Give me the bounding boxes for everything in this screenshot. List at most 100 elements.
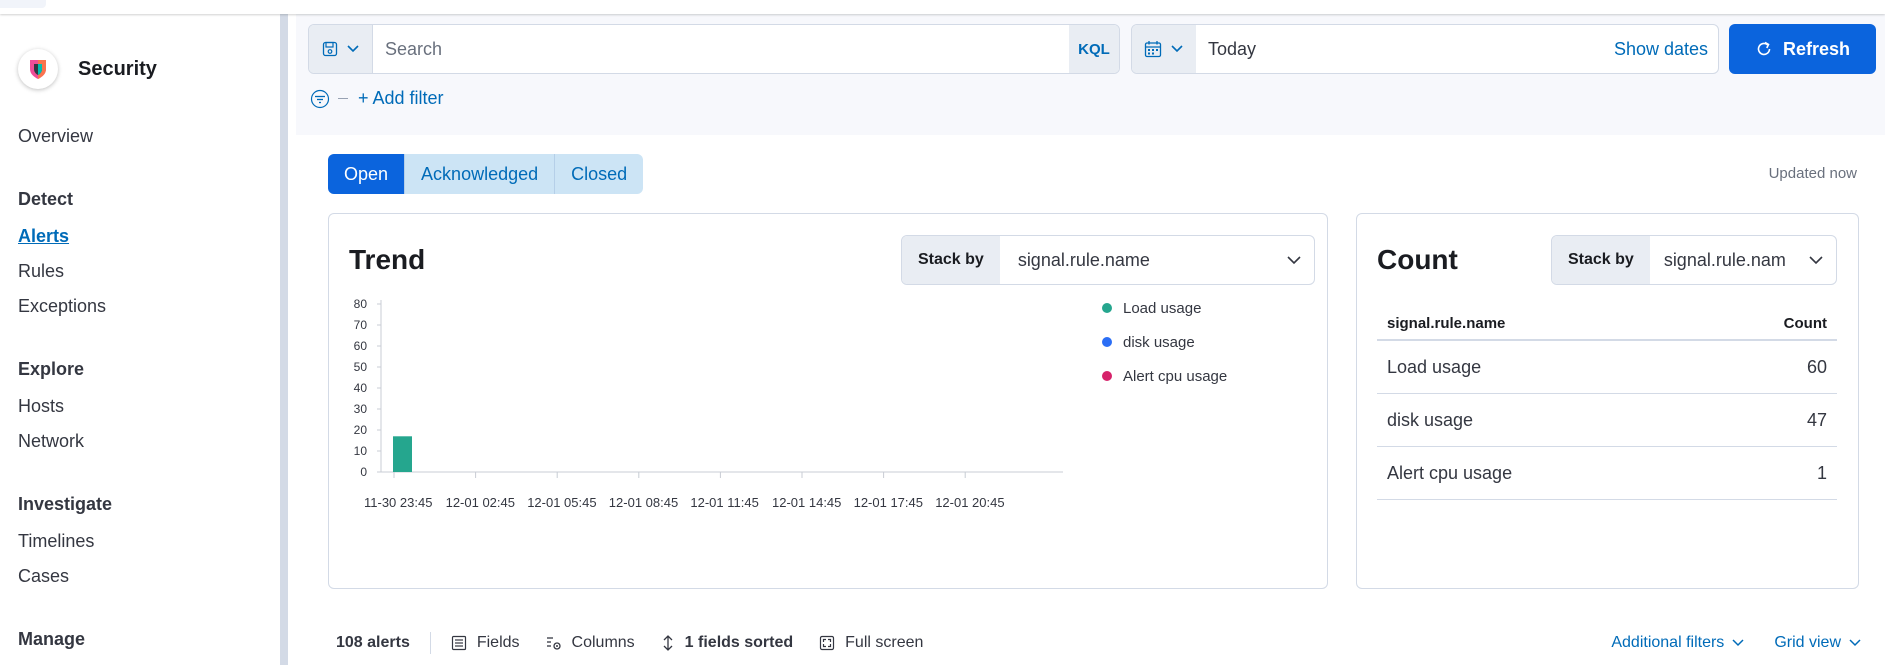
y-tick-label: 20 bbox=[354, 423, 368, 437]
legend-label: Load usage bbox=[1123, 300, 1201, 317]
x-tick-label: 12-01 11:45 bbox=[690, 495, 758, 510]
refresh-icon bbox=[1757, 41, 1771, 56]
toolbar-divider bbox=[429, 632, 431, 654]
header-rule-name[interactable]: signal.rule.name bbox=[1387, 315, 1505, 332]
tab-open[interactable]: Open bbox=[328, 154, 406, 194]
row-count: 60 bbox=[1806, 356, 1827, 377]
filter-icon bbox=[310, 89, 330, 108]
sidebar-item-alerts[interactable]: Alerts bbox=[18, 226, 69, 247]
search-input[interactable]: Search bbox=[373, 39, 1069, 60]
sidebar-item-timelines[interactable]: Timelines bbox=[18, 531, 94, 552]
sidebar-group-explore: Explore bbox=[18, 359, 85, 379]
bar-segment bbox=[393, 436, 412, 472]
count-table: signal.rule.name Count Load usage 60 dis… bbox=[1377, 307, 1837, 500]
fields-label: Fields bbox=[476, 634, 520, 651]
trend-title: Trend bbox=[349, 244, 426, 275]
y-tick-label: 0 bbox=[360, 465, 367, 479]
sidebar-item-hosts[interactable]: Hosts bbox=[18, 396, 64, 417]
sidebar-item-rules[interactable]: Rules bbox=[18, 261, 64, 282]
trend-panel: Trend Stack by signal.rule.name 0 10 20 30 4… bbox=[328, 213, 1328, 589]
sidebar-item-cases[interactable]: Cases bbox=[18, 566, 69, 587]
save-icon bbox=[322, 41, 337, 57]
quick-date-button[interactable] bbox=[1132, 25, 1196, 73]
row-name: Load usage bbox=[1387, 356, 1482, 377]
chevron-down-icon bbox=[1849, 639, 1861, 647]
x-tick-label: 12-01 14:45 bbox=[772, 495, 841, 510]
additional-filters-button[interactable]: Additional filters bbox=[1611, 634, 1744, 652]
fields-button[interactable]: Fields bbox=[451, 634, 520, 652]
saved-query-button[interactable] bbox=[309, 25, 373, 73]
count-panel: Count Stack by signal.rule.nam signal.ru… bbox=[1356, 213, 1859, 589]
sidebar-group-investigate: Investigate bbox=[18, 494, 113, 514]
legend-dot bbox=[1102, 303, 1112, 313]
chevron-down-icon bbox=[1274, 255, 1314, 265]
columns-button[interactable]: Columns bbox=[546, 634, 635, 652]
sidebar-group-manage: Manage bbox=[18, 629, 86, 649]
stack-by-label: Stack by bbox=[902, 236, 1000, 284]
sidebar-item-exceptions[interactable]: Exceptions bbox=[18, 296, 106, 317]
chevron-down-icon bbox=[1732, 639, 1744, 647]
add-filter-button[interactable]: + Add filter bbox=[358, 88, 444, 109]
grid-view-label: Grid view bbox=[1774, 634, 1841, 651]
sidebar-item-network[interactable]: Network bbox=[18, 431, 84, 452]
trend-chart: 0 10 20 30 40 50 60 70 80 11-30 23:45 12-01 02:45 1… bbox=[354, 298, 1228, 510]
security-logo-icon bbox=[18, 49, 58, 89]
list-icon bbox=[451, 635, 466, 651]
kql-button[interactable]: KQL bbox=[1069, 25, 1119, 73]
chevron-down-icon bbox=[346, 45, 359, 53]
alerts-toolbar: 108 alerts Fields Columns 1 fields sorte… bbox=[336, 628, 949, 658]
sidebar-group-detect: Detect bbox=[18, 189, 74, 209]
row-count: 1 bbox=[1816, 462, 1827, 483]
calendar-icon bbox=[1144, 41, 1162, 58]
chevron-down-icon bbox=[1796, 255, 1836, 265]
y-tick-label: 40 bbox=[354, 381, 368, 395]
app-title: Security bbox=[78, 57, 157, 80]
stack-by-label: Stack by bbox=[1552, 236, 1650, 284]
filter-row: + Add filter bbox=[310, 88, 444, 109]
tab-closed[interactable]: Closed bbox=[555, 154, 644, 194]
legend-label: Alert cpu usage bbox=[1123, 368, 1227, 385]
search-bar: Search KQL bbox=[308, 24, 1120, 74]
y-tick-label: 50 bbox=[354, 360, 368, 374]
y-tick-label: 80 bbox=[354, 298, 368, 311]
count-stack-by-select[interactable]: Stack by signal.rule.nam bbox=[1551, 235, 1837, 285]
refresh-button[interactable]: Refresh bbox=[1729, 24, 1876, 74]
tab-acknowledged[interactable]: Acknowledged bbox=[405, 154, 556, 194]
date-value[interactable]: Today bbox=[1196, 39, 1614, 60]
x-tick-label: 11-30 23:45 bbox=[364, 495, 432, 510]
y-tick-label: 10 bbox=[354, 444, 368, 458]
date-picker: Today Show dates bbox=[1131, 24, 1719, 74]
y-tick-label: 30 bbox=[354, 402, 368, 416]
trend-stack-by-select[interactable]: Stack by signal.rule.name bbox=[901, 235, 1315, 285]
count-table-header: signal.rule.name Count bbox=[1377, 307, 1837, 341]
stack-by-value: signal.rule.nam bbox=[1663, 249, 1786, 270]
fullscreen-button[interactable]: Full screen bbox=[819, 634, 923, 652]
columns-label: Columns bbox=[571, 634, 635, 651]
count-title: Count bbox=[1377, 244, 1458, 275]
table-row: disk usage 47 bbox=[1377, 394, 1837, 447]
sort-icon bbox=[663, 635, 673, 651]
show-dates-link[interactable]: Show dates bbox=[1614, 39, 1718, 60]
sort-button[interactable]: 1 fields sorted bbox=[661, 634, 793, 652]
x-tick-label: 12-01 05:45 bbox=[527, 495, 596, 510]
toolbar-right: Additional filters Grid view bbox=[1611, 628, 1861, 658]
table-row: Load usage 60 bbox=[1377, 341, 1837, 394]
fullscreen-label: Full screen bbox=[845, 634, 924, 651]
legend-dot bbox=[1102, 337, 1112, 347]
header-count[interactable]: Count bbox=[1784, 315, 1827, 332]
additional-filters-label: Additional filters bbox=[1611, 634, 1725, 651]
grid-view-button[interactable]: Grid view bbox=[1774, 634, 1861, 652]
query-bar: Search KQL Today Show dates Refresh + Ad… bbox=[296, 14, 1885, 135]
sidebar-item-overview[interactable]: Overview bbox=[18, 126, 93, 147]
row-name: disk usage bbox=[1387, 409, 1474, 430]
row-name: Alert cpu usage bbox=[1387, 462, 1513, 483]
table-row: Alert cpu usage 1 bbox=[1377, 447, 1837, 500]
x-tick-label: 12-01 20:45 bbox=[935, 495, 1004, 510]
top-tab[interactable] bbox=[0, 0, 46, 8]
top-strip bbox=[0, 0, 1885, 14]
brand[interactable]: Security bbox=[18, 49, 157, 89]
sort-label: 1 fields sorted bbox=[684, 634, 794, 651]
updated-status: Updated now bbox=[1768, 165, 1857, 182]
y-tick-label: 60 bbox=[354, 339, 368, 353]
x-tick-label: 12-01 08:45 bbox=[609, 495, 678, 510]
